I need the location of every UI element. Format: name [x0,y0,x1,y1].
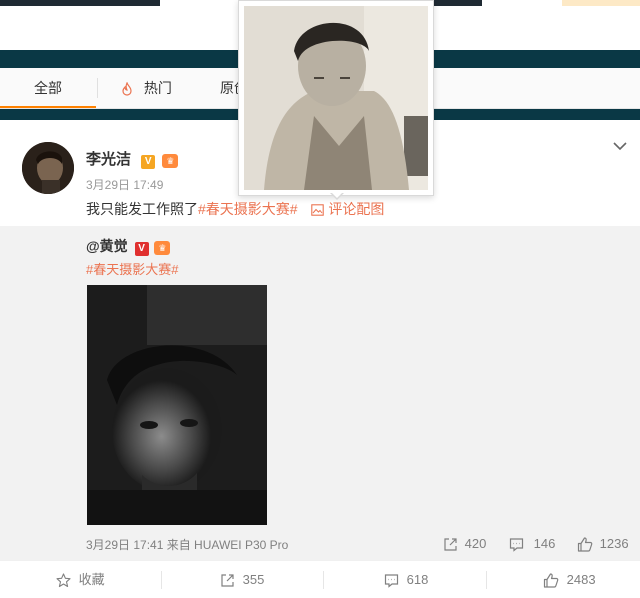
top-dark-block [430,0,482,6]
member-crown-icon: ♛ [154,241,171,255]
repost-comment-stat[interactable]: 146 [509,536,555,552]
popup-arrow-inner [331,192,343,198]
preview-image[interactable] [244,6,428,190]
avatar[interactable] [22,142,74,194]
member-crown-icon: ♛ [162,154,179,168]
share-icon [444,538,457,551]
favorite-button[interactable]: 收藏 [56,561,105,598]
thumbs-up-icon [577,537,593,552]
post-time[interactable]: 3月29日 17:49 [86,176,163,193]
tab-all[interactable]: 全部 [0,68,96,108]
comment-count: 618 [406,572,429,587]
comment-image-link[interactable]: 评论配图 [311,201,384,217]
post-text: 我只能发工作照了#春天摄影大赛# 评论配图 [86,199,384,219]
tab-divider [97,78,98,98]
footer-divider [486,571,487,589]
like-count: 2483 [566,572,596,587]
avatar-image [22,142,74,194]
repost-like-count: 1236 [599,536,629,551]
tab-all-label: 全部 [34,80,62,96]
repost-share-count: 420 [464,536,487,551]
verified-badge-icon: V [134,242,149,256]
top-dark-block [0,0,160,6]
thumbs-up-icon [543,573,559,588]
post-action-bar: 收藏 355 618 2483 [0,560,640,598]
favorite-label: 收藏 [78,572,105,587]
like-button[interactable]: 2483 [543,561,596,598]
footer-divider [161,571,162,589]
post-author-name[interactable]: 李光洁 [86,151,131,168]
repost-like-stat[interactable]: 1236 [577,536,629,552]
image-preview-popup [238,0,434,196]
share-button[interactable]: 355 [220,561,264,598]
share-icon [221,574,234,587]
comment-button[interactable]: 618 [384,561,428,598]
repost-time-source: 3月29日 17:41 来自 HUAWEI P30 Pro [86,538,289,552]
repost-comment-count: 146 [533,536,556,551]
repost-author-name[interactable]: @黄觉 [86,238,128,254]
footer-divider [323,571,324,589]
verified-badge-icon: V [141,155,156,169]
tab-hot[interactable]: 热门 [120,68,200,108]
flame-icon [122,82,132,96]
comment-icon [509,538,524,552]
post-body: 我只能发工作照了 [86,201,198,217]
post-author[interactable]: 李光洁 V ♛ [86,148,179,169]
repost-share-stat[interactable]: 420 [443,536,486,552]
star-icon [56,573,71,588]
comment-image-label: 评论配图 [328,201,385,217]
repost-hashtag[interactable]: #春天摄影大赛# [86,259,178,278]
top-light-block [562,0,640,6]
portrait-photo [87,285,267,525]
tab-hot-label: 热门 [143,80,172,96]
chevron-down-icon[interactable] [612,138,628,154]
image-icon [311,204,325,217]
comment-icon [384,574,399,588]
share-count: 355 [242,572,265,587]
preview-photo [244,6,428,190]
post-hashtag[interactable]: #春天摄影大赛# [198,201,298,217]
repost-photo[interactable] [87,285,267,525]
repost-author[interactable]: @黄觉 V ♛ [86,236,171,256]
